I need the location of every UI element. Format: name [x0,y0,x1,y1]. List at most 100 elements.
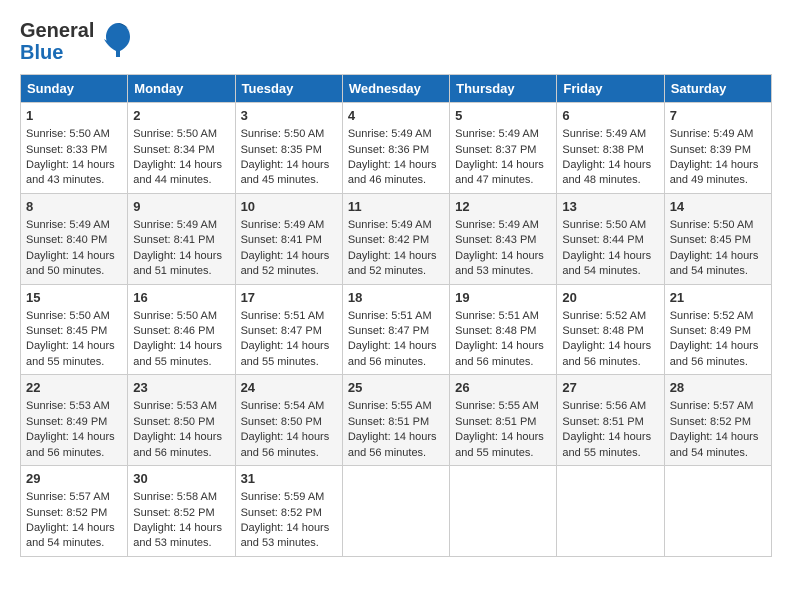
daylight: Daylight: 14 hours and 55 minutes. [241,340,330,367]
sunrise: Sunrise: 5:49 AM [26,219,110,231]
sunset: Sunset: 8:38 PM [562,144,643,156]
calendar-cell: 22Sunrise: 5:53 AMSunset: 8:49 PMDayligh… [21,375,128,466]
sunrise: Sunrise: 5:50 AM [26,310,110,322]
sunrise: Sunrise: 5:55 AM [455,400,539,412]
sunset: Sunset: 8:48 PM [562,325,643,337]
sunset: Sunset: 8:34 PM [133,144,214,156]
calendar-week-5: 29 Sunrise: 5:57 AM Sunset: 8:52 PM Dayligh… [21,466,772,557]
page-header: General Blue [20,20,772,64]
sunrise: Sunrise: 5:55 AM [348,400,432,412]
sunrise: Sunrise: 5:56 AM [562,400,646,412]
sunrise: Sunrise: 5:52 AM [670,310,754,322]
day-number: 24 [241,379,337,397]
daylight: Daylight: 14 hours and 53 minutes. [455,250,544,277]
day-number: 29 [26,470,122,488]
calendar-cell: 18Sunrise: 5:51 AMSunset: 8:47 PMDayligh… [342,284,449,375]
day-number: 23 [133,379,229,397]
daylight: Daylight: 14 hours and 55 minutes. [562,431,651,458]
sunset: Sunset: 8:45 PM [26,325,107,337]
sunset: Sunset: 8:49 PM [26,416,107,428]
sunset: Sunset: 8:47 PM [348,325,429,337]
calendar-week-3: 15Sunrise: 5:50 AMSunset: 8:45 PMDayligh… [21,284,772,375]
daylight: Daylight: 14 hours and 43 minutes. [26,159,115,186]
sunrise: Sunrise: 5:54 AM [241,400,325,412]
calendar-cell: 23Sunrise: 5:53 AMSunset: 8:50 PMDayligh… [128,375,235,466]
sunrise: Sunrise: 5:49 AM [670,128,754,140]
column-header-thursday: Thursday [450,75,557,103]
day-number: 14 [670,198,766,216]
calendar-cell: 25 Sunrise: 5:55 AM Sunset: 8:51 PM Dayligh… [342,375,449,466]
sunrise: Sunrise: 5:50 AM [670,219,754,231]
day-number: 11 [348,198,444,216]
column-header-saturday: Saturday [664,75,771,103]
daylight: Daylight: 14 hours and 53 minutes. [241,522,330,549]
calendar-cell: 1Sunrise: 5:50 AMSunset: 8:33 PMDaylight… [21,103,128,194]
sunrise: Sunrise: 5:49 AM [241,219,325,231]
calendar-cell: 29Sunrise: 5:57 AMSunset: 8:52 PMDayligh… [21,466,128,557]
calendar-cell: 27Sunrise: 5:56 AMSunset: 8:51 PMDayligh… [557,375,664,466]
calendar-cell [664,466,771,557]
sunset: Sunset: 8:51 PM [348,416,429,428]
sunset: Sunset: 8:47 PM [241,325,322,337]
sunset: Sunset: 8:37 PM [455,144,536,156]
daylight: Daylight: 14 hours and 53 minutes. [133,522,222,549]
calendar-cell: 7Sunrise: 5:49 AMSunset: 8:39 PMDaylight… [664,103,771,194]
logo: General Blue [20,20,134,64]
daylight: Daylight: 14 hours and 56 minutes. [133,431,222,458]
calendar-cell [450,466,557,557]
sunset: Sunset: 8:51 PM [455,416,536,428]
day-number: 21 [670,289,766,307]
daylight: Daylight: 14 hours and 54 minutes. [26,522,115,549]
calendar-cell: 21Sunrise: 5:52 AMSunset: 8:49 PMDayligh… [664,284,771,375]
daylight: Daylight: 14 hours and 56 minutes. [348,431,437,458]
day-number: 25 [348,379,444,397]
day-number: 3 [241,107,337,125]
sunset: Sunset: 8:50 PM [241,416,322,428]
sunset: Sunset: 8:45 PM [670,234,751,246]
sunrise: Sunrise: 5:49 AM [455,219,539,231]
sunset: Sunset: 8:50 PM [133,416,214,428]
sunrise: Sunrise: 5:49 AM [133,219,217,231]
sunrise: Sunrise: 5:49 AM [562,128,646,140]
day-number: 28 [670,379,766,397]
sunrise: Sunrise: 5:57 AM [26,491,110,503]
day-number: 18 [348,289,444,307]
sunrise: Sunrise: 5:49 AM [455,128,539,140]
calendar-body: 1Sunrise: 5:50 AMSunset: 8:33 PMDaylight… [21,103,772,557]
day-number: 22 [26,379,122,397]
sunset: Sunset: 8:33 PM [26,144,107,156]
daylight: Daylight: 14 hours and 55 minutes. [455,431,544,458]
calendar-cell: 13Sunrise: 5:50 AMSunset: 8:44 PMDayligh… [557,193,664,284]
calendar-cell: 31Sunrise: 5:59 AMSunset: 8:52 PMDayligh… [235,466,342,557]
calendar-cell: 4Sunrise: 5:49 AMSunset: 8:36 PMDaylight… [342,103,449,194]
calendar-cell: 20Sunrise: 5:52 AMSunset: 8:48 PMDayligh… [557,284,664,375]
sunset: Sunset: 8:52 PM [133,507,214,519]
daylight: Daylight: 14 hours and 56 minutes. [670,340,759,367]
day-number: 27 [562,379,658,397]
sunrise: Sunrise: 5:57 AM [670,400,754,412]
daylight: Daylight: 14 hours and 46 minutes. [348,159,437,186]
sunset: Sunset: 8:41 PM [133,234,214,246]
sunrise: Sunrise: 5:49 AM [348,128,432,140]
calendar-week-2: 8Sunrise: 5:49 AMSunset: 8:40 PMDaylight… [21,193,772,284]
calendar-cell: 5Sunrise: 5:49 AMSunset: 8:37 PMDaylight… [450,103,557,194]
day-number: 5 [455,107,551,125]
day-number: 13 [562,198,658,216]
day-number: 30 [133,470,229,488]
sunset: Sunset: 8:40 PM [26,234,107,246]
calendar-table: SundayMondayTuesdayWednesdayThursdayFrid… [20,74,772,557]
sunset: Sunset: 8:41 PM [241,234,322,246]
daylight: Daylight: 14 hours and 56 minutes. [26,431,115,458]
daylight: Daylight: 14 hours and 56 minutes. [241,431,330,458]
logo-blue: Blue [20,42,94,64]
sunrise: Sunrise: 5:58 AM [133,491,217,503]
sunset: Sunset: 8:52 PM [241,507,322,519]
calendar-cell: 17Sunrise: 5:51 AMSunset: 8:47 PMDayligh… [235,284,342,375]
calendar-header-row: SundayMondayTuesdayWednesdayThursdayFrid… [21,75,772,103]
column-header-tuesday: Tuesday [235,75,342,103]
daylight: Daylight: 14 hours and 55 minutes. [133,340,222,367]
day-number: 6 [562,107,658,125]
sunrise: Sunrise: 5:49 AM [348,219,432,231]
daylight: Daylight: 14 hours and 48 minutes. [562,159,651,186]
day-number: 19 [455,289,551,307]
